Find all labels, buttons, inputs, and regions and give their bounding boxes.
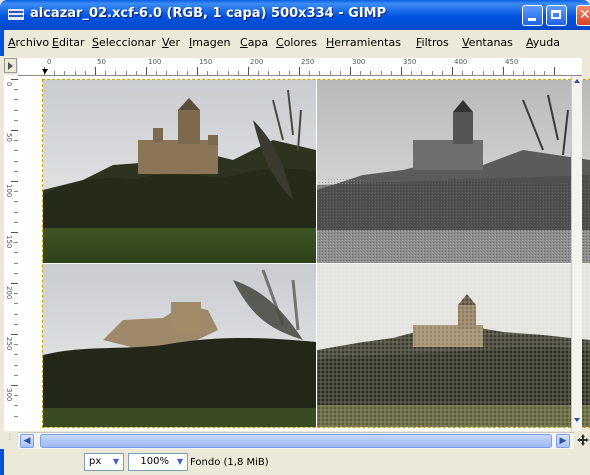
ruler-label: 50 (5, 133, 13, 142)
menu-archivo[interactable]: Archivo (8, 36, 49, 49)
scroll-up-icon (574, 79, 580, 83)
ruler-label: 150 (199, 58, 213, 66)
scroll-left-button[interactable]: ◀ (20, 434, 34, 448)
chevron-left-icon: ◀ (23, 436, 31, 446)
vertical-scrollbar[interactable] (571, 76, 582, 431)
menu-capa[interactable]: Capa (240, 36, 268, 49)
image-canvas[interactable] (18, 76, 590, 431)
gimp-app-icon (8, 9, 24, 20)
ruler-label: 350 (403, 58, 417, 66)
chevron-down-icon: ▼ (176, 457, 184, 466)
unit-selector[interactable]: px ▼ (84, 453, 124, 471)
ruler-label: 300 (352, 58, 366, 66)
ruler-label: 150 (5, 235, 13, 249)
menu-filtros[interactable]: Filtros (416, 36, 449, 49)
maximize-button[interactable] (546, 5, 567, 26)
ruler-label: 200 (5, 286, 13, 300)
layer-status: Fondo (1,8 MiB) (190, 457, 269, 468)
ruler-label: 450 (505, 58, 519, 66)
menu-ver[interactable]: Ver (162, 36, 180, 49)
horizontal-scroll-thumb[interactable] (40, 434, 552, 448)
close-icon: ✕ (579, 7, 590, 23)
menu-bar: Archivo Editar Seleccionar Ver Imagen Ca… (0, 30, 590, 56)
navigate-button[interactable] (576, 432, 590, 448)
horizontal-scrollbar[interactable]: ◀ ▶ (18, 432, 574, 449)
minimize-icon (528, 18, 536, 21)
menu-ventanas[interactable]: Ventanas (462, 36, 513, 49)
image-boundary (42, 79, 590, 428)
zoom-value: 100% (140, 456, 169, 467)
vertical-ruler-ticks (11, 79, 18, 417)
menu-colores[interactable]: Colores (276, 36, 317, 49)
triangle-right-icon (8, 62, 13, 70)
unit-value: px (89, 456, 102, 467)
title-bar[interactable]: alcazar_02.xcf-6.0 (RGB, 1 capa) 500x334… (0, 0, 590, 30)
scroll-right-button[interactable]: ▶ (556, 434, 570, 448)
ruler-label: 250 (301, 58, 315, 66)
maximize-icon (551, 10, 561, 19)
status-bar: px ▼ 100% ▼ Fondo (1,8 MiB) (0, 449, 590, 475)
ruler-label: 0 (47, 58, 52, 66)
ruler-label: 0 (5, 82, 13, 87)
scroll-down-icon (574, 418, 580, 422)
ruler-label: 300 (5, 388, 13, 402)
ruler-label: 100 (5, 184, 13, 198)
horizontal-ruler[interactable]: 0 50 100 150 200 250 300 350 400 450 (18, 58, 582, 76)
move-arrows-icon (577, 434, 589, 446)
ruler-label: 400 (454, 58, 468, 66)
chevron-down-icon: ▼ (112, 457, 120, 466)
minimize-button[interactable] (522, 5, 543, 26)
zoom-selector[interactable]: 100% ▼ (128, 453, 188, 471)
ruler-label: 50 (97, 58, 106, 66)
ruler-label: 250 (5, 337, 13, 351)
quick-mask-toggle[interactable] (4, 58, 17, 73)
window-title: alcazar_02.xcf-6.0 (RGB, 1 capa) 500x334… (30, 6, 387, 21)
vertical-ruler[interactable]: 0 50 100 150 200 250 300 (4, 75, 19, 431)
menu-imagen[interactable]: Imagen (189, 36, 230, 49)
menu-herramientas[interactable]: Herramientas (326, 36, 401, 49)
close-button[interactable]: ✕ (576, 5, 590, 26)
ruler-label: 200 (250, 58, 264, 66)
ruler-label: 100 (148, 58, 162, 66)
chevron-right-icon: ▶ (559, 436, 567, 446)
menu-ayuda[interactable]: Ayuda (526, 36, 560, 49)
menu-editar[interactable]: Editar (52, 36, 85, 49)
zoom-icon[interactable]: ⋮⋮ (6, 432, 22, 448)
menu-seleccionar[interactable]: Seleccionar (92, 36, 156, 49)
